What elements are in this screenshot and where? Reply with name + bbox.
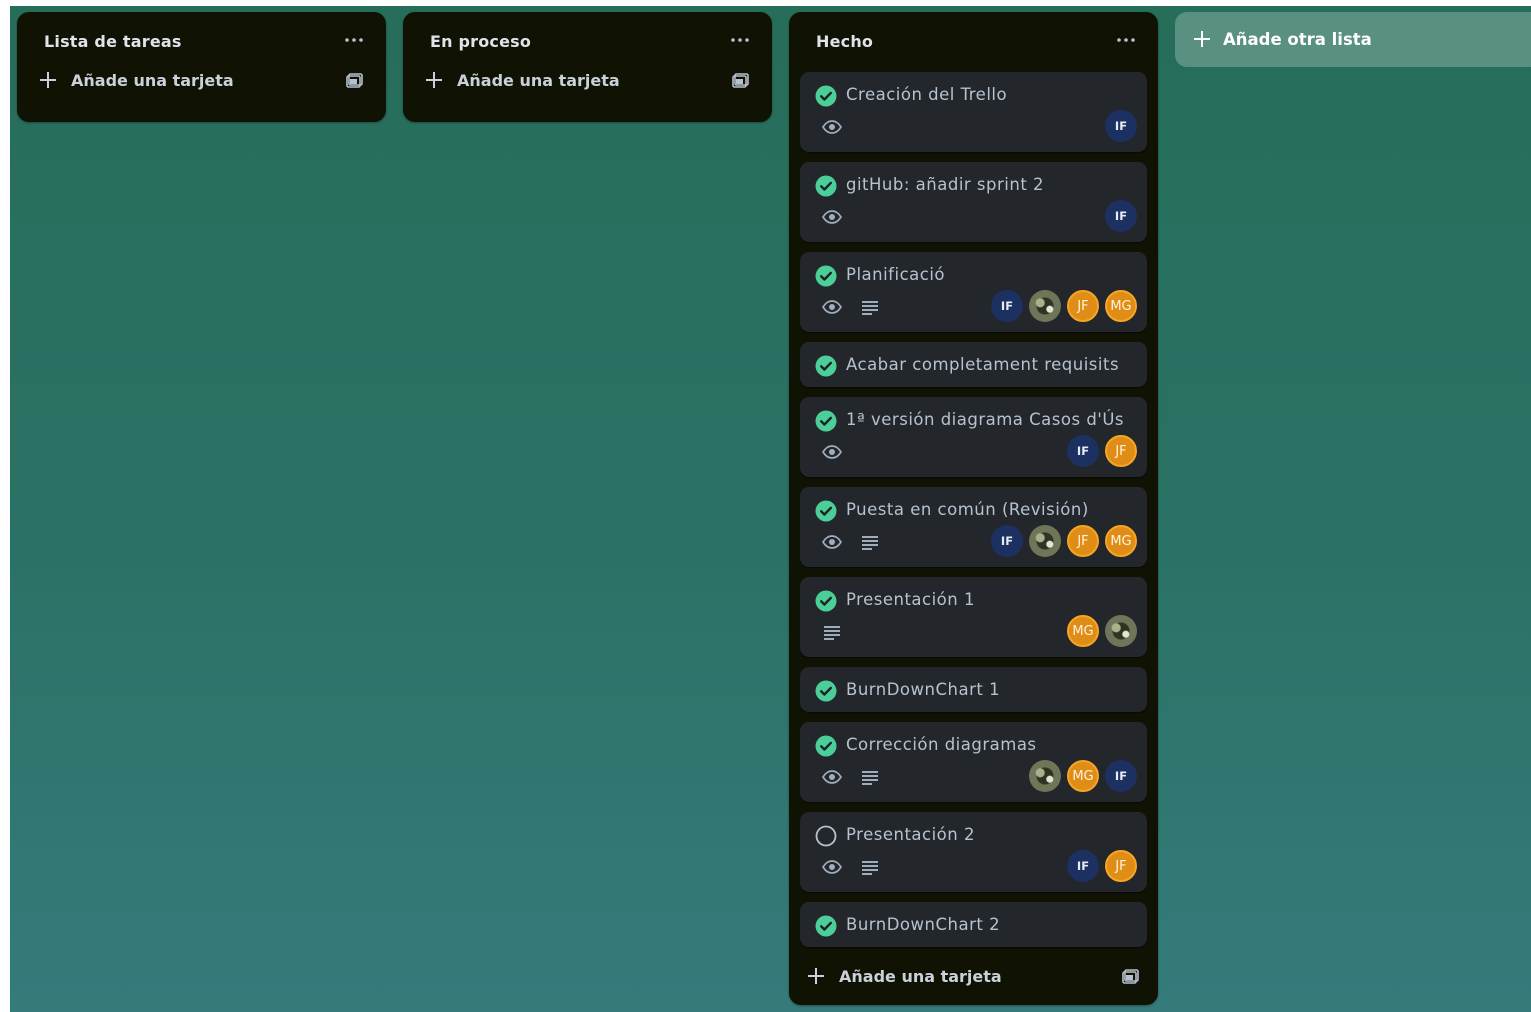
- card-title: gitHub: añadir sprint 2: [846, 175, 1045, 194]
- eye-icon: [822, 445, 842, 459]
- card-correccion-diagramas[interactable]: Corrección diagramas MG IF: [800, 722, 1147, 802]
- member-avatar-mg[interactable]: MG: [1067, 760, 1099, 792]
- card-presentacion-1[interactable]: Presentación 1 MG: [800, 577, 1147, 657]
- add-card-label: Añade una tarjeta: [71, 71, 234, 90]
- member-avatar-mg[interactable]: MG: [1105, 290, 1137, 322]
- add-card-button[interactable]: Añade una tarjeta: [403, 60, 772, 100]
- card-title: 1ª versión diagrama Casos d'Ús: [846, 410, 1125, 429]
- check-circle-icon[interactable]: [815, 355, 837, 377]
- card-1-version-diagrama-casos-d-us[interactable]: 1ª versión diagrama Casos d'Ús IF JF: [800, 397, 1147, 477]
- card-burndownchart-1[interactable]: BurnDownChart 1: [800, 667, 1147, 712]
- list-hecho: Hecho Creación del Trello IF gitHub: añadi…: [789, 12, 1158, 1005]
- card-planificacio[interactable]: Planificació IF JF MG: [800, 252, 1147, 332]
- member-avatar-photo[interactable]: [1029, 525, 1061, 557]
- list-header: Hecho: [789, 20, 1158, 60]
- card-title: Creación del Trello: [846, 85, 1008, 104]
- member-avatar-if[interactable]: IF: [1105, 200, 1137, 232]
- list-title[interactable]: Hecho: [816, 32, 873, 51]
- board-canvas: [10, 6, 1531, 1012]
- member-avatar-if[interactable]: IF: [1105, 110, 1137, 142]
- card-puesta-en-comun-revision[interactable]: Puesta en común (Revisión) IF JF MG: [800, 487, 1147, 567]
- description-lines-icon: [862, 771, 878, 785]
- card-presentacion-2[interactable]: Presentación 2 IF JF: [800, 812, 1147, 892]
- add-card-button[interactable]: Añade una tarjeta: [785, 956, 1158, 996]
- eye-icon: [822, 860, 842, 874]
- member-avatar-jf[interactable]: JF: [1067, 290, 1099, 322]
- member-avatar-if[interactable]: IF: [1067, 435, 1099, 467]
- description-lines-icon: [862, 861, 878, 875]
- card-title: Presentación 1: [846, 590, 975, 609]
- check-circle-icon[interactable]: [815, 265, 837, 287]
- list-title[interactable]: En proceso: [430, 32, 531, 51]
- card-acabar-completament-requisits[interactable]: Acabar completament requisits: [800, 342, 1147, 387]
- member-avatar-jf[interactable]: JF: [1067, 525, 1099, 557]
- plus-icon: [426, 72, 442, 88]
- member-avatar-if[interactable]: IF: [1067, 850, 1099, 882]
- eye-icon: [822, 210, 842, 224]
- eye-icon: [822, 535, 842, 549]
- member-avatar-mg[interactable]: MG: [1105, 525, 1137, 557]
- list-header: En proceso: [403, 20, 772, 60]
- eye-icon: [822, 120, 842, 134]
- card-github-anadir-sprint-2[interactable]: gitHub: añadir sprint 2 IF: [800, 162, 1147, 242]
- empty-circle-icon[interactable]: [815, 825, 837, 847]
- list-menu-icon[interactable]: [728, 30, 752, 50]
- check-circle-icon[interactable]: [815, 680, 837, 702]
- member-avatar-if[interactable]: IF: [991, 525, 1023, 557]
- eye-icon: [822, 770, 842, 784]
- add-another-list-button[interactable]: Añade otra lista: [1175, 12, 1531, 67]
- add-card-button[interactable]: Añade una tarjeta: [17, 60, 386, 100]
- add-card-label: Añade una tarjeta: [457, 71, 620, 90]
- check-circle-icon[interactable]: [815, 915, 837, 937]
- list-menu-icon[interactable]: [1114, 30, 1138, 50]
- eye-icon: [822, 300, 842, 314]
- member-avatar-if[interactable]: IF: [991, 290, 1023, 322]
- plus-icon: [808, 968, 824, 984]
- list-en-proceso: En proceso Añade una tarjeta: [403, 12, 772, 122]
- card-title: Planificació: [846, 265, 946, 284]
- card-title: BurnDownChart 2: [846, 915, 1001, 934]
- check-circle-icon[interactable]: [815, 410, 837, 432]
- list-lista-de-tareas: Lista de tareas Añade una tarjeta: [17, 12, 386, 122]
- card-template-icon[interactable]: [1122, 968, 1140, 984]
- member-avatar-photo[interactable]: [1029, 290, 1061, 322]
- card-title: BurnDownChart 1: [846, 680, 1001, 699]
- description-lines-icon: [862, 301, 878, 315]
- card-creacion-del-trello[interactable]: Creación del Trello IF: [800, 72, 1147, 152]
- plus-icon: [40, 72, 56, 88]
- member-avatar-jf[interactable]: JF: [1105, 850, 1137, 882]
- member-avatar-photo[interactable]: [1105, 615, 1137, 647]
- check-circle-icon[interactable]: [815, 85, 837, 107]
- check-circle-icon[interactable]: [815, 590, 837, 612]
- list-title[interactable]: Lista de tareas: [44, 32, 182, 51]
- card-title: Presentación 2: [846, 825, 975, 844]
- member-avatar-if[interactable]: IF: [1105, 760, 1137, 792]
- description-lines-icon: [862, 536, 878, 550]
- list-menu-icon[interactable]: [342, 30, 366, 50]
- card-title: Corrección diagramas: [846, 735, 1037, 754]
- member-avatar-jf[interactable]: JF: [1105, 435, 1137, 467]
- add-another-list-label: Añade otra lista: [1223, 30, 1372, 49]
- description-lines-icon: [824, 626, 840, 640]
- check-circle-icon[interactable]: [815, 500, 837, 522]
- list-header: Lista de tareas: [17, 20, 386, 60]
- check-circle-icon[interactable]: [815, 735, 837, 757]
- card-burndownchart-2[interactable]: BurnDownChart 2: [800, 902, 1147, 947]
- member-avatar-photo[interactable]: [1029, 760, 1061, 792]
- card-title: Puesta en común (Revisión): [846, 500, 1089, 519]
- add-card-label: Añade una tarjeta: [839, 967, 1002, 986]
- card-title: Acabar completament requisits: [846, 355, 1120, 374]
- member-avatar-mg[interactable]: MG: [1067, 615, 1099, 647]
- plus-icon: [1194, 31, 1210, 47]
- card-template-icon[interactable]: [732, 72, 750, 88]
- card-template-icon[interactable]: [346, 72, 364, 88]
- check-circle-icon[interactable]: [815, 175, 837, 197]
